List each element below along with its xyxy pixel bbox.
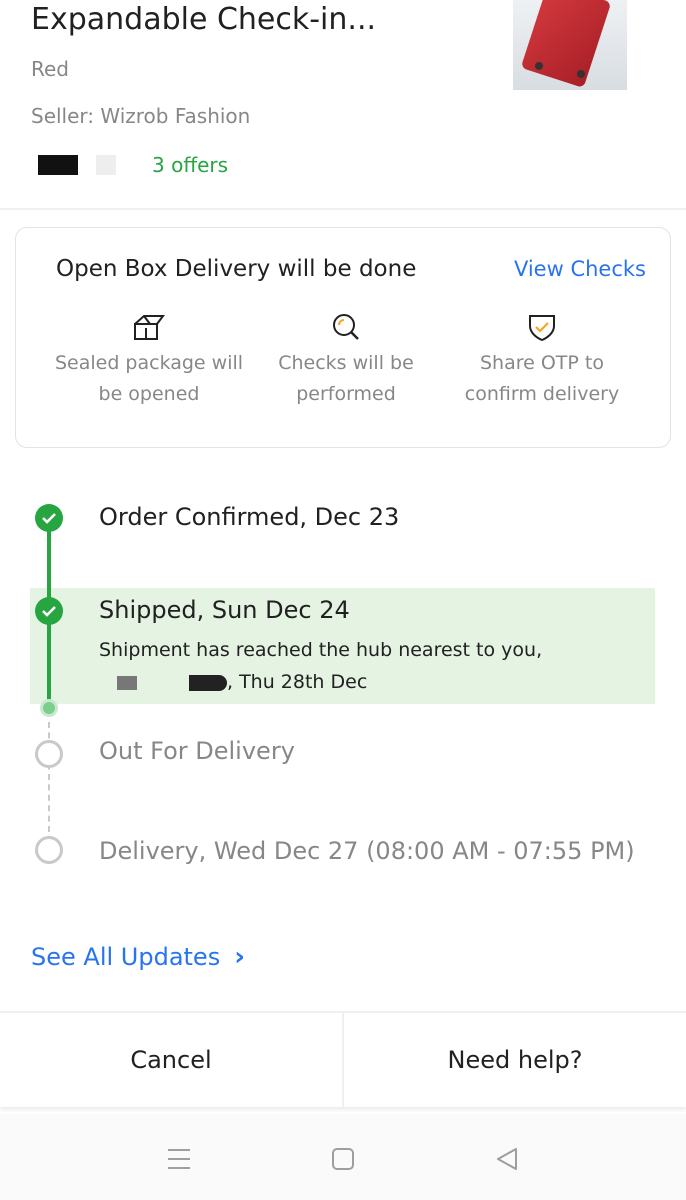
need-help-button[interactable]: Need help? bbox=[344, 1013, 686, 1107]
chevron-right-icon: › bbox=[234, 942, 245, 972]
timeline-step-label: Out For Delivery bbox=[99, 737, 295, 765]
order-timeline: Order Confirmed, Dec 23 Shipped, Sun Dec… bbox=[0, 490, 686, 910]
open-box-title: Open Box Delivery will be done bbox=[56, 256, 417, 282]
system-nav-bar bbox=[0, 1114, 686, 1200]
shipment-detail-date: , Thu 28th Dec bbox=[227, 671, 368, 693]
home-icon[interactable] bbox=[330, 1146, 356, 1172]
suitcase-wheel bbox=[577, 70, 585, 78]
open-box-card: Open Box Delivery will be done View Chec… bbox=[15, 227, 671, 448]
suitcase-image bbox=[520, 0, 612, 88]
redacted-location bbox=[189, 674, 227, 691]
open-box-item: Share OTP to confirm delivery bbox=[442, 312, 642, 410]
product-summary[interactable]: Expandable Check-in... Red Seller: Wizro… bbox=[0, 0, 686, 210]
open-box-item-text: Checks will be performed bbox=[278, 352, 414, 405]
check-icon bbox=[35, 597, 63, 625]
offers-link[interactable]: 3 offers bbox=[152, 153, 228, 177]
redacted-price bbox=[38, 155, 78, 175]
timeline-step-label: Order Confirmed, Dec 23 bbox=[99, 503, 400, 531]
product-image[interactable] bbox=[513, 0, 627, 90]
timeline-step-label: Shipped, Sun Dec 24 bbox=[99, 596, 350, 624]
timeline-step-label: Delivery, Wed Dec 27 (08:00 AM - 07:55 P… bbox=[99, 837, 635, 865]
shipment-detail-date-row: , Thu 28th Dec bbox=[99, 671, 367, 693]
check-icon bbox=[35, 504, 63, 532]
open-box-item: Sealed package will be opened bbox=[49, 312, 249, 410]
magnifier-icon bbox=[333, 314, 359, 340]
price-row: 3 offers bbox=[38, 150, 228, 180]
view-checks-link[interactable]: View Checks bbox=[514, 257, 646, 281]
see-all-updates-link[interactable]: See All Updates › bbox=[31, 942, 245, 972]
redacted-original-price bbox=[96, 155, 116, 175]
open-box-item: Checks will be performed bbox=[246, 312, 446, 410]
progress-marker bbox=[40, 699, 58, 717]
shipment-detail: Shipment has reached the hub nearest to … bbox=[99, 639, 543, 661]
product-title: Expandable Check-in... bbox=[31, 2, 377, 37]
timeline-pending-line bbox=[48, 722, 50, 832]
pending-step-icon bbox=[35, 836, 63, 864]
suitcase-wheel bbox=[535, 62, 543, 70]
box-icon bbox=[134, 315, 165, 340]
open-box-item-text: Share OTP to confirm delivery bbox=[464, 352, 620, 405]
open-box-item-text: Sealed package will be opened bbox=[54, 352, 244, 405]
order-actions: Cancel Need help? bbox=[0, 1011, 686, 1107]
see-all-updates-label: See All Updates bbox=[31, 943, 221, 971]
pending-step-icon bbox=[35, 740, 63, 768]
cancel-button[interactable]: Cancel bbox=[0, 1013, 344, 1107]
back-icon[interactable] bbox=[494, 1146, 520, 1172]
menu-icon[interactable] bbox=[166, 1146, 192, 1172]
product-color: Red bbox=[31, 57, 69, 81]
product-seller: Seller: Wizrob Fashion bbox=[31, 104, 251, 128]
shield-check-icon bbox=[529, 315, 555, 342]
redacted-location bbox=[117, 675, 137, 690]
